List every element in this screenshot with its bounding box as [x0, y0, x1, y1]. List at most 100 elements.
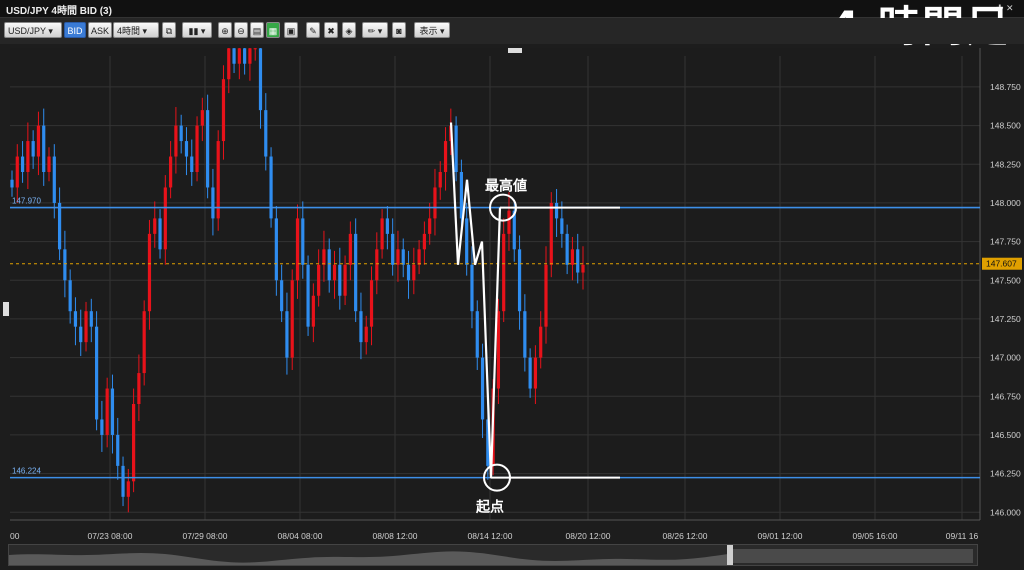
- chart-type-icon[interactable]: ▮▮ ▾: [182, 22, 212, 38]
- candle-body: [15, 156, 19, 188]
- candle-body: [253, 48, 257, 50]
- indicator-icon[interactable]: ▦: [266, 22, 280, 38]
- left-collapse-tab[interactable]: [3, 302, 9, 316]
- candlestick-chart[interactable]: 148.750 148.500 148.250 148.000 147.750 147.5…: [0, 29, 1024, 544]
- candle-body: [433, 187, 437, 219]
- candle-body: [227, 48, 231, 80]
- candle-body: [396, 249, 400, 265]
- candle-body: [502, 233, 506, 312]
- candle-body: [470, 264, 474, 312]
- candle-body: [200, 110, 204, 126]
- draw-select-icon[interactable]: ◈: [342, 22, 356, 38]
- candle-body: [26, 141, 30, 172]
- candle-body: [142, 311, 146, 374]
- display-menu-button[interactable]: 表示 ▾: [414, 22, 450, 38]
- candle-body: [338, 264, 342, 296]
- y-tick-label: 146.500: [990, 430, 1021, 440]
- navigator-window[interactable]: [733, 549, 973, 563]
- candle-body: [576, 249, 580, 273]
- pen-tool-icon[interactable]: ✏ ▾: [362, 22, 388, 38]
- horizontal-line-label: 147.970: [12, 197, 41, 206]
- candle-body: [465, 218, 469, 265]
- candle-body: [105, 388, 109, 435]
- timeframe-label: 4時間: [117, 26, 141, 36]
- candle-body: [211, 187, 215, 219]
- currency-pair-select[interactable]: USD/JPY ▾: [4, 22, 62, 38]
- high-annotation-label: 最高値: [485, 178, 527, 195]
- x-tick-label: 09/05 16:00: [853, 531, 898, 541]
- zoom-out-icon[interactable]: ⊖: [234, 22, 248, 38]
- ask-button[interactable]: ASK: [88, 22, 112, 38]
- candle-body: [126, 481, 130, 497]
- candle-body: [248, 48, 252, 64]
- y-tick-label: 148.500: [990, 121, 1021, 131]
- navigator-scrollbar[interactable]: [8, 544, 978, 566]
- candle-body: [121, 465, 125, 497]
- camera-icon[interactable]: ◙: [392, 22, 406, 38]
- candle-body: [438, 172, 442, 188]
- layout-icon[interactable]: ▤: [250, 22, 264, 38]
- x-tick-label: 09/11 16: [946, 531, 979, 541]
- panel-icon[interactable]: ▣: [284, 22, 298, 38]
- candle-body: [380, 218, 384, 250]
- candle-body: [20, 156, 25, 172]
- candle-body: [359, 311, 363, 343]
- y-tick-label: 146.250: [990, 469, 1021, 479]
- candle-body: [243, 48, 247, 64]
- candle-body: [391, 233, 395, 265]
- plot-background: [10, 48, 980, 520]
- candle-body: [269, 156, 273, 219]
- candle-body: [73, 311, 78, 327]
- link-icon[interactable]: ⧉: [162, 22, 176, 38]
- candle-body: [84, 311, 88, 343]
- candle-body: [311, 295, 315, 327]
- x-tick-label: 07/23 08:00: [88, 531, 133, 541]
- zoom-in-icon[interactable]: ⊕: [218, 22, 232, 38]
- candle-body: [169, 156, 173, 188]
- candle-body: [116, 434, 120, 466]
- candle-body: [89, 311, 93, 327]
- x-tick-label: 09/01 12:00: [758, 531, 803, 541]
- y-tick-label: 148.750: [990, 82, 1021, 92]
- candle-body: [332, 264, 337, 281]
- candle-body: [406, 264, 411, 281]
- draw-add-icon[interactable]: ✎: [306, 22, 320, 38]
- chart-area[interactable]: 148.750 148.500 148.250 148.000 147.750 147.5…: [0, 29, 1024, 541]
- candle-body: [322, 249, 326, 265]
- candle-body: [295, 218, 300, 281]
- candle-body: [190, 156, 194, 172]
- candle-body: [443, 141, 448, 172]
- candle-body: [274, 218, 278, 281]
- x-tick-label: 08/14 12:00: [468, 531, 513, 541]
- x-tick-label: 00: [10, 531, 20, 541]
- candle-body: [137, 373, 141, 404]
- candle-body: [264, 110, 268, 157]
- navigator-mini-chart: [9, 545, 973, 565]
- top-collapse-tab[interactable]: [508, 48, 522, 53]
- navigator-series: [9, 551, 729, 565]
- navigator-handle[interactable]: [727, 545, 733, 565]
- candle-body: [459, 172, 463, 219]
- y-tick-label: 148.000: [990, 198, 1021, 208]
- candle-body: [280, 280, 284, 312]
- start-annotation-label: 起点: [475, 499, 504, 516]
- candle-body: [94, 326, 99, 420]
- candle-body: [179, 125, 183, 142]
- candle-body: [385, 218, 389, 234]
- candle-body: [132, 404, 136, 482]
- bid-button[interactable]: BID: [64, 22, 86, 38]
- candle-body: [147, 233, 152, 312]
- candle-body: [206, 110, 210, 188]
- timeframe-select[interactable]: 4時間 ▾: [113, 22, 159, 38]
- candle-body: [375, 249, 379, 281]
- candle-body: [57, 202, 62, 250]
- draw-delete-icon[interactable]: ✖: [324, 22, 338, 38]
- candle-body: [195, 125, 199, 172]
- candle-body: [327, 249, 331, 281]
- candle-body: [10, 179, 14, 188]
- horizontal-line-label: 146.224: [12, 467, 41, 476]
- candle-body: [343, 264, 347, 296]
- display-menu-label: 表示: [419, 26, 438, 36]
- x-tick-label: 08/26 12:00: [663, 531, 708, 541]
- candle-body: [412, 264, 416, 281]
